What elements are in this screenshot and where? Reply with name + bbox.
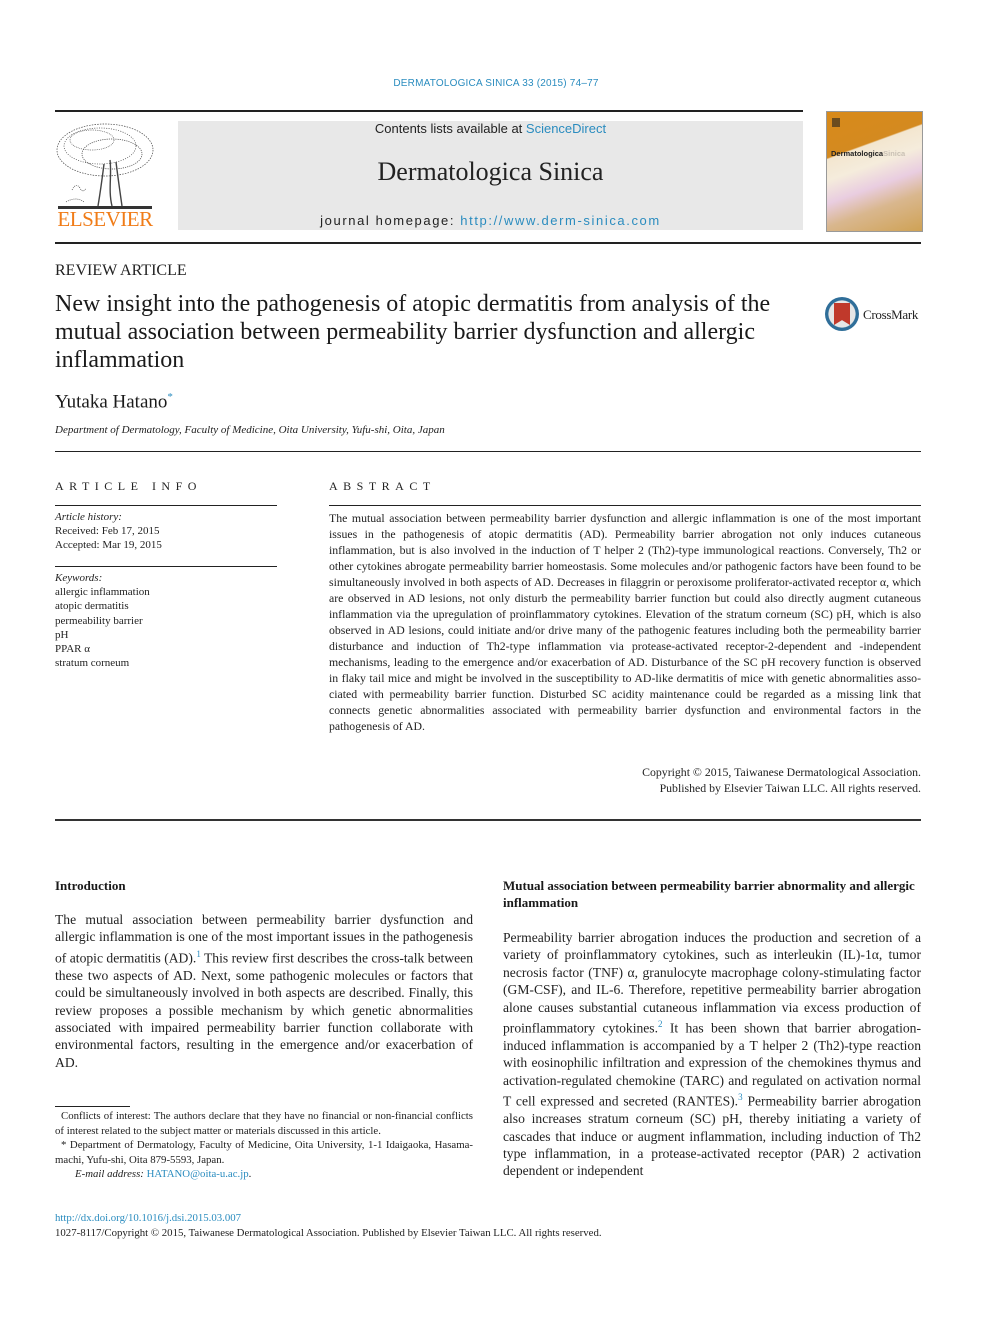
cover-publisher-icon (832, 118, 840, 127)
email-label: E-mail address: (75, 1168, 147, 1180)
keywords-label: Keywords: (55, 572, 103, 584)
copyright-line-2: Published by Elsevier Taiwan LLC. All ri… (659, 781, 921, 795)
homepage-prefix: journal homepage: (320, 213, 461, 228)
accepted-date: Accepted: Mar 19, 2015 (55, 539, 162, 551)
elsevier-logo[interactable]: ELSEVIER (52, 120, 158, 232)
contents-prefix: Contents lists available at (374, 121, 526, 136)
introduction-text: The mutual association between permeabil… (55, 911, 473, 1071)
article-info-divider (55, 505, 277, 506)
footnote-divider (55, 1106, 130, 1107)
conflicts-footnote: Conflicts of interest: The authors decla… (55, 1110, 473, 1137)
copyright-line-1: Copyright © 2015, Taiwanese Dermatologic… (642, 765, 921, 779)
issn-copyright: 1027-8117/Copyright © 2015, Taiwanese De… (55, 1227, 602, 1239)
keyword-item: stratum corneum (55, 657, 130, 670)
homepage-line: journal homepage: http://www.derm-sinica… (178, 213, 803, 228)
abstract-divider (329, 505, 921, 506)
keyword-item: atopic dermatitis (55, 600, 129, 613)
article-history-label: Article history: (55, 511, 122, 523)
keyword-item: pH (55, 628, 69, 641)
keywords-divider (55, 566, 277, 567)
footnotes: Conflicts of interest: The authors decla… (55, 1109, 473, 1182)
sciencedirect-link[interactable]: ScienceDirect (526, 121, 606, 136)
abstract-copyright: Copyright © 2015, Taiwanese Dermatologic… (329, 764, 921, 796)
author-footnote-mark[interactable]: * (167, 391, 173, 403)
author-text: Yutaka Hatano (55, 391, 168, 413)
abstract-heading: ABSTRACT (329, 479, 436, 493)
author-email-link[interactable]: HATANO@oita-u.ac.jp (147, 1168, 249, 1180)
journal-cover-image[interactable]: DermatologicaSinica (826, 111, 923, 232)
elsevier-tree-icon (56, 123, 154, 209)
keywords-list: Keywords: allergic inflammation atopic d… (55, 571, 150, 670)
cover-title-accent: Sinica (883, 149, 906, 158)
author-affiliation: Department of Dermatology, Faculty of Me… (55, 424, 445, 436)
keyword-item: PPAR α (55, 643, 91, 656)
crossmark-label: CrossMark (863, 307, 919, 322)
introduction-text-part: This review first describes the cross-ta… (55, 950, 474, 1070)
running-head[interactable]: DERMATOLOGICA SINICA 33 (2015) 74–77 (0, 78, 992, 89)
affiliation-divider (55, 451, 921, 452)
doi-link[interactable]: http://dx.doi.org/10.1016/j.dsi.2015.03.… (55, 1212, 241, 1224)
abstract-end-divider (55, 819, 921, 821)
correspondence-footnote: * Department of Dermatology, Faculty of … (55, 1139, 473, 1166)
cover-title-main: Dermatologica (831, 149, 884, 158)
keyword-item: allergic inflammation (55, 586, 150, 599)
mutual-association-text: Permeability barrier abrogation induces … (503, 929, 921, 1180)
author-name: Yutaka Hatano* (55, 391, 173, 413)
article-title: New insight into the pathogenesis of ato… (55, 291, 771, 373)
abstract-text: The mutual association between permeabil… (329, 511, 921, 733)
cover-title: DermatologicaSinica (831, 149, 905, 158)
elsevier-wordmark: ELSEVIER (57, 207, 153, 231)
keyword-item: permeability barrier (55, 614, 143, 627)
journal-homepage-link[interactable]: http://www.derm-sinica.com (460, 213, 661, 228)
received-date: Received: Feb 17, 2015 (55, 525, 160, 537)
article-type: REVIEW ARTICLE (55, 262, 187, 279)
header-divider (55, 242, 921, 244)
introduction-heading: Introduction (55, 878, 126, 893)
journal-banner: Contents lists available at ScienceDirec… (178, 121, 803, 230)
article-info-heading: ARTICLE INFO (55, 479, 202, 493)
mutual-association-heading: Mutual association between permeability … (503, 878, 915, 910)
contents-line: Contents lists available at ScienceDirec… (178, 121, 803, 136)
email-footnote: E-mail address: HATANO@oita-u.ac.jp. (55, 1167, 473, 1182)
crossmark-button[interactable]: CrossMark (825, 297, 925, 335)
email-suffix: . (248, 1168, 252, 1180)
journal-name: Dermatologica Sinica (377, 157, 604, 186)
header-rule (55, 110, 803, 112)
article-history: Article history: Received: Feb 17, 2015 … (55, 510, 162, 552)
